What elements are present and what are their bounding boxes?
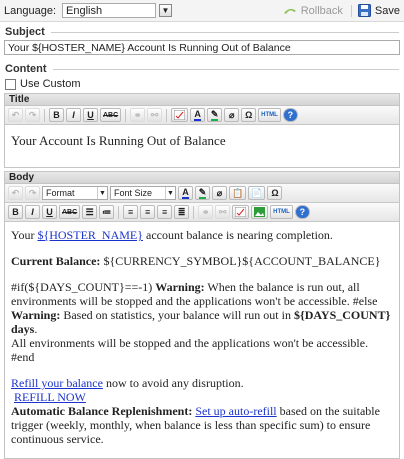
font-size-label: Font Size [114,188,153,198]
align-right-icon[interactable]: ≡ [157,205,173,219]
format-label: Format [46,188,75,198]
language-select[interactable]: English [62,3,156,18]
use-custom-row: Use Custom [0,77,404,91]
language-value: English [66,4,103,17]
eraser-icon[interactable]: ⌀ [212,186,227,200]
rollback-icon [283,6,297,16]
content-heading: Content [0,59,404,77]
hoster-name-link[interactable]: ${HOSTER_NAME} [37,228,143,242]
use-custom-label: Use Custom [20,78,81,90]
eraser-icon[interactable]: ⌀ [224,108,240,122]
help-icon[interactable]: ? [282,108,298,122]
rollback-label: Rollback [300,4,343,17]
auto-refill-label: Automatic Balance Replenishment: [11,404,193,418]
subject-input[interactable]: Your ${HOSTER_NAME} Account Is Running O… [4,40,400,55]
highlight-color-icon[interactable]: ✎ [207,108,223,122]
language-label: Language: [4,4,56,17]
link-icon[interactable]: ⚭ [130,108,146,122]
chevron-down-icon[interactable]: ▼ [159,4,172,17]
save-label: Save [374,4,400,17]
save-icon [357,4,371,17]
title-editor-heading: Title [5,94,399,106]
paste-icon[interactable]: 📋 [229,186,247,200]
top-toolbar: Language: English ▼ Rollback Save [0,0,404,22]
title-editor: Title ↶ ↷ B I U ABC ⚭ ⚯ A ✎ ⌀ Ω HTML ? Y… [4,93,400,168]
underline-button[interactable]: U [83,108,98,122]
text-color-icon[interactable]: A [178,186,193,200]
help-icon[interactable]: ? [294,205,310,219]
use-custom-checkbox[interactable] [5,78,16,90]
body-editor-heading: Body [5,172,399,184]
html-icon[interactable]: HTML [258,108,281,122]
strikethrough-button[interactable]: ABC [100,108,122,122]
refill-now-link[interactable]: REFILL NOW [14,390,86,404]
toolbar-separator [193,205,195,219]
title-toolbar: ↶ ↷ B I U ABC ⚭ ⚯ A ✎ ⌀ Ω HTML ? [5,106,399,125]
toolbar-separator [118,205,120,219]
body-editor-content[interactable]: Your ${HOSTER_NAME} account balance is n… [5,222,399,458]
chevron-down-icon: ▼ [97,187,107,199]
highlight-color-icon[interactable]: ✎ [195,186,210,200]
bold-button[interactable]: B [49,108,64,122]
subject-value: Your ${HOSTER_NAME} Account Is Running O… [8,41,291,54]
spellcheck-icon[interactable] [171,108,189,122]
align-justify-icon[interactable]: ≣ [174,205,190,219]
bullet-list-icon[interactable]: ☰ [82,205,98,219]
link-icon[interactable]: ⚭ [198,205,214,219]
format-select[interactable]: Format ▼ [42,186,108,200]
paste-word-icon[interactable]: 📄 [248,186,266,200]
save-button[interactable]: Save [352,4,400,17]
balance-label: Current Balance: [11,254,101,268]
auto-refill-link[interactable]: Set up auto-refill [195,404,276,418]
greeting-paragraph: Your ${HOSTER_NAME} account balance is n… [11,228,333,242]
title-text: Your Account Is Running Out of Balance [11,133,226,148]
condition-paragraph: #if(${DAYS_COUNT}==-1) Warning: When the… [11,280,391,364]
undo-icon[interactable]: ↶ [8,108,23,122]
chevron-down-icon: ▼ [165,187,175,199]
toolbar-separator [125,108,127,122]
align-left-icon[interactable]: ≡ [123,205,139,219]
align-center-icon[interactable]: ≡ [140,205,156,219]
toolbar-separator [44,108,45,122]
redo-icon[interactable]: ↷ [25,186,40,200]
balance-paragraph: Current Balance: ${CURRENCY_SYMBOL}${ACC… [11,254,393,268]
title-editor-content[interactable]: Your Account Is Running Out of Balance [5,125,399,167]
font-size-select[interactable]: Font Size ▼ [110,186,176,200]
toolbar-separator [166,108,168,122]
strikethrough-button[interactable]: ABC [59,205,81,219]
bold-button[interactable]: B [8,205,23,219]
body-editor: Body ↶ ↷ Format ▼ Font Size ▼ A ✎ ⌀ 📋 📄 … [4,171,400,459]
undo-icon[interactable]: ↶ [8,186,23,200]
balance-value: ${CURRENCY_SYMBOL}${ACCOUNT_BALANCE} [100,254,381,268]
omega-icon[interactable]: Ω [241,108,257,122]
spellcheck-icon[interactable] [232,205,250,219]
image-icon[interactable] [251,205,269,219]
subject-heading: Subject [0,22,404,40]
body-toolbar-row2: B I U ABC ☰ ≔ ≡ ≡ ≡ ≣ ⚭ ⚯ HTML ? [5,203,399,222]
refill-paragraph: Refill your balance now to avoid any dis… [11,376,380,446]
refill-balance-link[interactable]: Refill your balance [11,376,103,390]
italic-button[interactable]: I [66,108,81,122]
html-icon[interactable]: HTML [270,205,293,219]
unlink-icon[interactable]: ⚯ [215,205,231,219]
italic-button[interactable]: I [25,205,40,219]
rollback-button[interactable]: Rollback [283,4,352,17]
numbered-list-icon[interactable]: ≔ [99,205,115,219]
body-toolbar-row1: ↶ ↷ Format ▼ Font Size ▼ A ✎ ⌀ 📋 📄 Ω [5,184,399,203]
underline-button[interactable]: U [42,205,57,219]
text-color-icon[interactable]: A [190,108,206,122]
omega-icon[interactable]: Ω [267,186,283,200]
unlink-icon[interactable]: ⚯ [147,108,163,122]
redo-icon[interactable]: ↷ [25,108,40,122]
